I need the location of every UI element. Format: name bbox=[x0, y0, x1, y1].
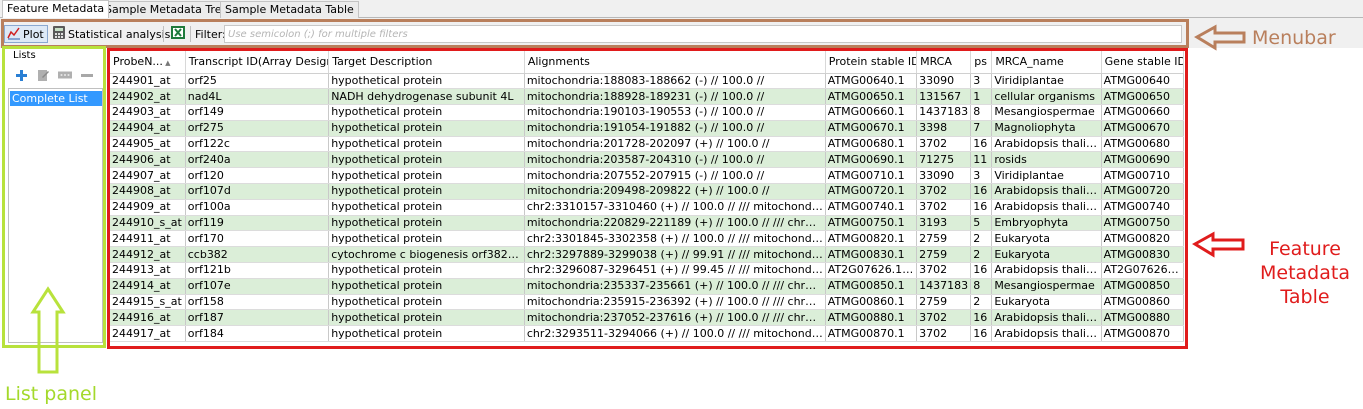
list-panel-annotation: List panel bbox=[5, 383, 97, 405]
tab-sample-metadata-table[interactable]: Sample Metadata Table bbox=[220, 1, 359, 18]
menubar-highlight-box bbox=[1, 19, 1189, 48]
feature-table-annotation-line: Metadata bbox=[1260, 262, 1350, 284]
tab-feature-metadata[interactable]: Feature Metadata bbox=[2, 0, 110, 18]
menubar-annotation: Menubar bbox=[1252, 27, 1336, 49]
list-panel-highlight-box bbox=[2, 46, 106, 348]
tab-sample-metadata-tree[interactable]: Sample Metadata Tree bbox=[100, 1, 234, 18]
feature-table-annotation-line: Feature bbox=[1269, 238, 1341, 260]
feature-table-annotation: Feature Metadata Table bbox=[1255, 237, 1355, 309]
feature-table-annotation-line: Table bbox=[1280, 286, 1330, 308]
feature-table-arrow bbox=[1192, 231, 1245, 258]
tab-bar: Feature Metadata Sample Metadata Tree Sa… bbox=[0, 0, 1363, 18]
feature-table-highlight-box bbox=[107, 48, 1188, 349]
